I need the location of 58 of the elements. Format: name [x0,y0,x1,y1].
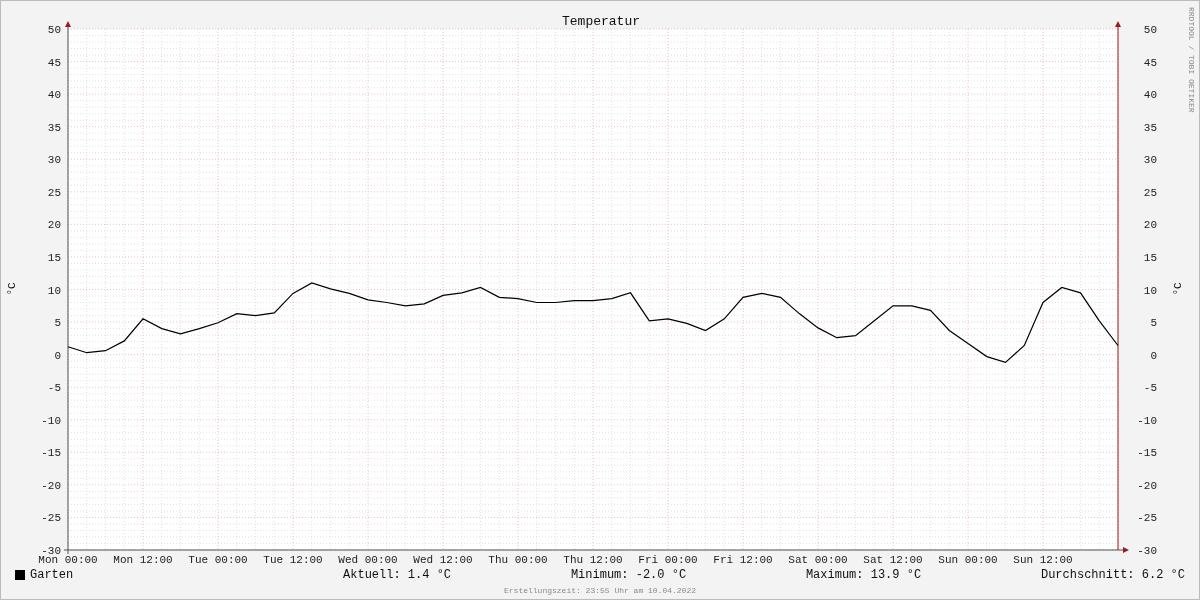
maximum-value: Maximum: 13.9 °C [805,567,922,584]
y-tick-label: -5 [1143,382,1157,395]
y-tick-label: 10 [1143,284,1157,297]
average-value: Durchschnitt: 6.2 °C [1040,567,1185,584]
minimum-value: Minimum: -2.0 °C [570,567,687,584]
y-tick-label: 25 [1143,186,1157,199]
x-tick-label: Wed 00:00 [338,554,398,565]
y-tick-label: -25 [41,512,61,525]
x-tick-label: Sun 00:00 [938,554,998,565]
y-tick-label: -30 [1137,545,1157,557]
y-tick-label: 0 [1150,349,1157,362]
y-tick-label: -20 [41,479,61,492]
y-tick-label: -30 [41,545,61,557]
y-tick-label: -20 [1137,479,1157,492]
y-axis-label: °C [6,282,18,296]
y-tick-label: -5 [47,382,61,395]
y-tick-label: 20 [47,219,61,232]
y-tick-label: -15 [41,447,61,460]
y-tick-label: -25 [1137,512,1157,525]
x-tick-label: Wed 12:00 [413,554,473,565]
x-tick-label: Mon 00:00 [38,554,98,565]
y-tick-label: 0 [54,349,61,362]
y-tick-label: 45 [1143,56,1157,69]
y-tick-label: 10 [47,284,61,297]
x-tick-label: Fri 00:00 [638,554,698,565]
y-tick-label: 20 [1143,219,1157,232]
x-tick-label: Sat 12:00 [863,554,923,565]
side-label: RRDTOOL / TOBI OETIKER [1187,7,1196,113]
chart-title: Temperatur [562,14,640,29]
x-tick-label: Mon 12:00 [113,554,173,565]
legend-label: Garten [30,567,74,584]
x-tick-label: Thu 12:00 [563,554,623,565]
y-tick-label: 35 [1143,121,1157,134]
y-tick-label: 15 [47,251,61,264]
y-tick-label: 40 [1143,89,1157,102]
y-tick-label: 25 [47,186,61,199]
y-tick-label: 15 [1143,251,1157,264]
y-axis-label: °C [1172,282,1184,296]
creation-time: Erstellungszeit: 23:55 Uhr am 10.04.2022 [504,585,696,597]
x-tick-label: Tue 12:00 [263,554,323,565]
current-value: Aktuell: 1.4 °C [343,567,452,584]
y-tick-label: 45 [47,56,61,69]
y-tick-label: -10 [1137,414,1157,427]
x-tick-label: Sat 00:00 [788,554,848,565]
y-tick-label: 35 [47,121,61,134]
y-tick-label: 5 [54,317,61,330]
y-tick-label: 50 [1143,24,1157,36]
y-tick-label: -10 [41,414,61,427]
y-tick-label: 30 [47,154,61,167]
x-tick-label: Thu 00:00 [488,554,548,565]
y-tick-label: 5 [1150,317,1157,330]
x-tick-label: Tue 00:00 [188,554,248,565]
x-tick-label: Fri 12:00 [713,554,773,565]
y-tick-label: -15 [1137,447,1157,460]
y-tick-label: 50 [47,24,61,36]
x-tick-label: Sun 12:00 [1013,554,1073,565]
y-tick-label: 30 [1143,154,1157,167]
y-tick-label: 40 [47,89,61,102]
